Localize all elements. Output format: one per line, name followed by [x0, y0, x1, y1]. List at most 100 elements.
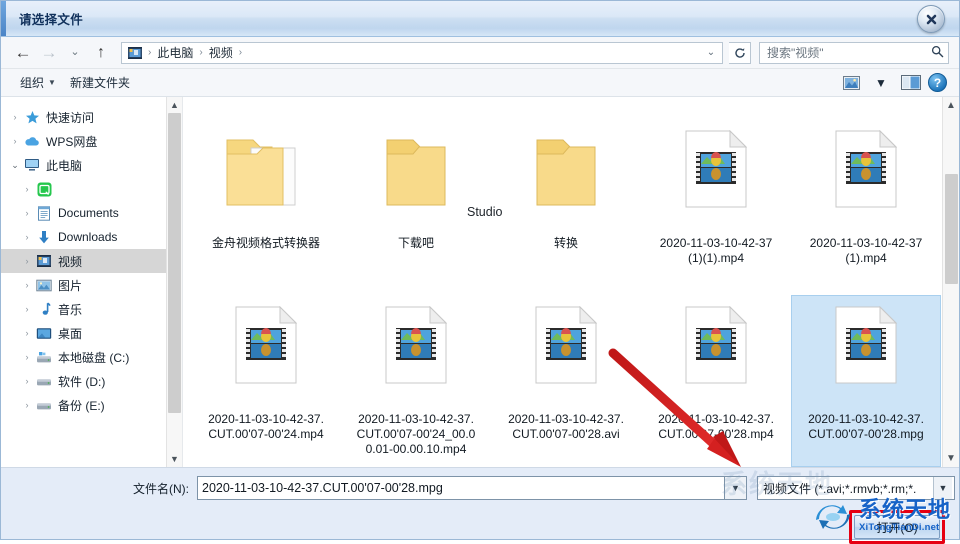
pictures-icon: [35, 277, 53, 293]
organize-label: 组织: [20, 76, 45, 90]
sidebar-item-quick-access[interactable]: › 快速访问: [1, 105, 182, 129]
view-options-caret[interactable]: ▼: [868, 72, 894, 94]
file-type-filter-select[interactable]: 视频文件 (*.avi;*.rmvb;*.rm;*. ▼: [757, 476, 955, 500]
chevron-right-icon[interactable]: ›: [19, 304, 35, 314]
file-grid: 金舟视频格式转换器 下载吧 转换 2020-11-03-10-42-37(1)(…: [191, 119, 941, 467]
help-button[interactable]: ?: [928, 73, 947, 92]
sidebar-item-pictures[interactable]: › 图片: [1, 273, 182, 297]
file-item[interactable]: 金舟视频格式转换器: [191, 119, 341, 291]
recent-locations-button[interactable]: ⌄: [63, 41, 87, 65]
chevron-right-icon[interactable]: ›: [19, 184, 35, 194]
file-item[interactable]: 2020-11-03-10-42-37(1).mp4: [791, 119, 941, 291]
sidebar-item-label: 本地磁盘 (C:): [58, 350, 130, 365]
sidebar-item-label: 图片: [58, 278, 83, 293]
breadcrumb-separator: ›: [148, 47, 152, 58]
scroll-down-icon[interactable]: ▼: [167, 451, 183, 467]
view-options-button[interactable]: [838, 72, 864, 94]
file-name: 2020-11-03-10-42-37(1).mp4: [809, 236, 923, 265]
scroll-up-icon[interactable]: ▲: [943, 97, 960, 114]
folder-icon: [536, 139, 596, 206]
chevron-right-icon[interactable]: ›: [19, 208, 35, 218]
file-item[interactable]: 下载吧: [341, 119, 491, 291]
sidebar-item-label: 音乐: [58, 302, 83, 317]
organize-button[interactable]: 组织 ▼: [13, 71, 63, 94]
breadcrumb-dropdown-icon[interactable]: ⌄: [702, 47, 720, 58]
refresh-button[interactable]: [729, 41, 751, 64]
drive-icon: [35, 373, 53, 389]
sidebar-item-videos[interactable]: › 视频: [1, 249, 182, 273]
sidebar-item-wps-cloud[interactable]: › WPS网盘: [1, 129, 182, 153]
sidebar-item-green-app[interactable]: ›: [1, 177, 182, 201]
navigation-bar: ← → ⌄ ↑ › 此电脑 › 视频 › ⌄ 搜索"视频": [1, 37, 959, 69]
up-button[interactable]: ↑: [89, 41, 113, 65]
file-item[interactable]: 2020-11-03-10-42-37.CUT.00'07-00'28.mp4: [641, 295, 791, 467]
chevron-right-icon[interactable]: ›: [19, 400, 35, 410]
video-file-icon: [235, 306, 297, 384]
footer-buttons: 打开(O): [849, 510, 945, 544]
chevron-right-icon[interactable]: ›: [19, 256, 35, 266]
filename-dropdown-button[interactable]: ▼: [725, 476, 747, 500]
file-list-scrollbar-thumb[interactable]: [944, 174, 958, 284]
chevron-right-icon[interactable]: ›: [7, 112, 23, 122]
file-item[interactable]: 2020-11-03-10-42-37.CUT.00'07-00'24.mp4: [191, 295, 341, 467]
music-icon: [35, 301, 53, 317]
video-file-icon: [685, 306, 747, 384]
file-item-selected[interactable]: 2020-11-03-10-42-37.CUT.00'07-00'28.mpg: [791, 295, 941, 467]
help-label: ?: [933, 75, 942, 90]
sidebar-item-music[interactable]: › 音乐: [1, 297, 182, 321]
chevron-right-icon[interactable]: ›: [19, 352, 35, 362]
chevron-right-icon[interactable]: ›: [19, 280, 35, 290]
open-button-highlight-wrapper: 打开(O): [849, 510, 945, 544]
search-input[interactable]: 搜索"视频": [759, 41, 949, 64]
filename-input[interactable]: 2020-11-03-10-42-37.CUT.00'07-00'28.mpg: [197, 476, 725, 500]
videos-icon: [35, 253, 53, 269]
back-arrow-icon: ←: [14, 43, 32, 62]
sidebar-item-downloads[interactable]: › Downloads: [1, 225, 182, 249]
chevron-right-icon[interactable]: ›: [19, 232, 35, 242]
sidebar-item-drive-e[interactable]: › 备份 (E:): [1, 393, 182, 417]
scroll-down-icon[interactable]: ▼: [943, 450, 960, 467]
chevron-right-icon[interactable]: ›: [7, 136, 23, 146]
file-list-scrollbar[interactable]: ▲ ▼: [942, 97, 959, 467]
sidebar-item-label: 快速访问: [46, 110, 95, 125]
chevron-down-icon[interactable]: ▼: [933, 477, 952, 499]
preview-pane-button[interactable]: [898, 72, 924, 94]
close-button[interactable]: [917, 5, 945, 33]
breadcrumb-item-0[interactable]: 此电脑: [154, 43, 196, 62]
video-file-icon: [535, 306, 597, 384]
sidebar-item-documents[interactable]: › Documents: [1, 201, 182, 225]
sidebar-scrollbar[interactable]: ▲ ▼: [166, 97, 182, 467]
scroll-up-icon[interactable]: ▲: [167, 97, 183, 113]
sidebar-item-desktop[interactable]: › 桌面: [1, 321, 182, 345]
thumbnail: [385, 306, 447, 406]
video-file-icon: [835, 130, 897, 208]
downloads-icon: [35, 229, 53, 245]
chevron-down-icon[interactable]: ⌄: [7, 160, 23, 171]
title-bar: 请选择文件: [1, 1, 959, 37]
navigation-sidebar: › 快速访问 › WPS网盘 ⌄ 此电脑 › › Documents › Dow…: [1, 97, 183, 467]
file-item[interactable]: 2020-11-03-10-42-37(1)(1).mp4: [641, 119, 791, 291]
sidebar-scrollbar-thumb[interactable]: [168, 113, 181, 413]
back-button[interactable]: ←: [11, 41, 35, 65]
sidebar-item-local-disk-c[interactable]: › 本地磁盘 (C:): [1, 345, 182, 369]
forward-button[interactable]: →: [37, 41, 61, 65]
file-item[interactable]: 转换: [491, 119, 641, 291]
sidebar-item-this-pc[interactable]: ⌄ 此电脑: [1, 153, 182, 177]
thumbnail: [535, 306, 597, 406]
sidebar-item-label: Documents: [58, 206, 119, 220]
file-item[interactable]: 2020-11-03-10-42-37.CUT.00'07-00'24_00.0…: [341, 295, 491, 467]
system-drive-icon: [35, 349, 53, 365]
drive-icon: [35, 397, 53, 413]
desktop-icon: [35, 325, 53, 341]
breadcrumb[interactable]: › 此电脑 › 视频 › ⌄: [121, 41, 723, 64]
chevron-right-icon[interactable]: ›: [19, 376, 35, 386]
open-button[interactable]: 打开(O): [854, 515, 940, 539]
filename-value: 2020-11-03-10-42-37.CUT.00'07-00'28.mpg: [202, 481, 443, 495]
breadcrumb-item-1[interactable]: 视频: [206, 43, 236, 62]
sidebar-item-drive-d[interactable]: › 软件 (D:): [1, 369, 182, 393]
thumbnail: [521, 130, 611, 230]
new-folder-button[interactable]: 新建文件夹: [63, 71, 137, 94]
computer-icon: [23, 157, 41, 173]
file-item[interactable]: 2020-11-03-10-42-37.CUT.00'07-00'28.avi: [491, 295, 641, 467]
chevron-right-icon[interactable]: ›: [19, 328, 35, 338]
